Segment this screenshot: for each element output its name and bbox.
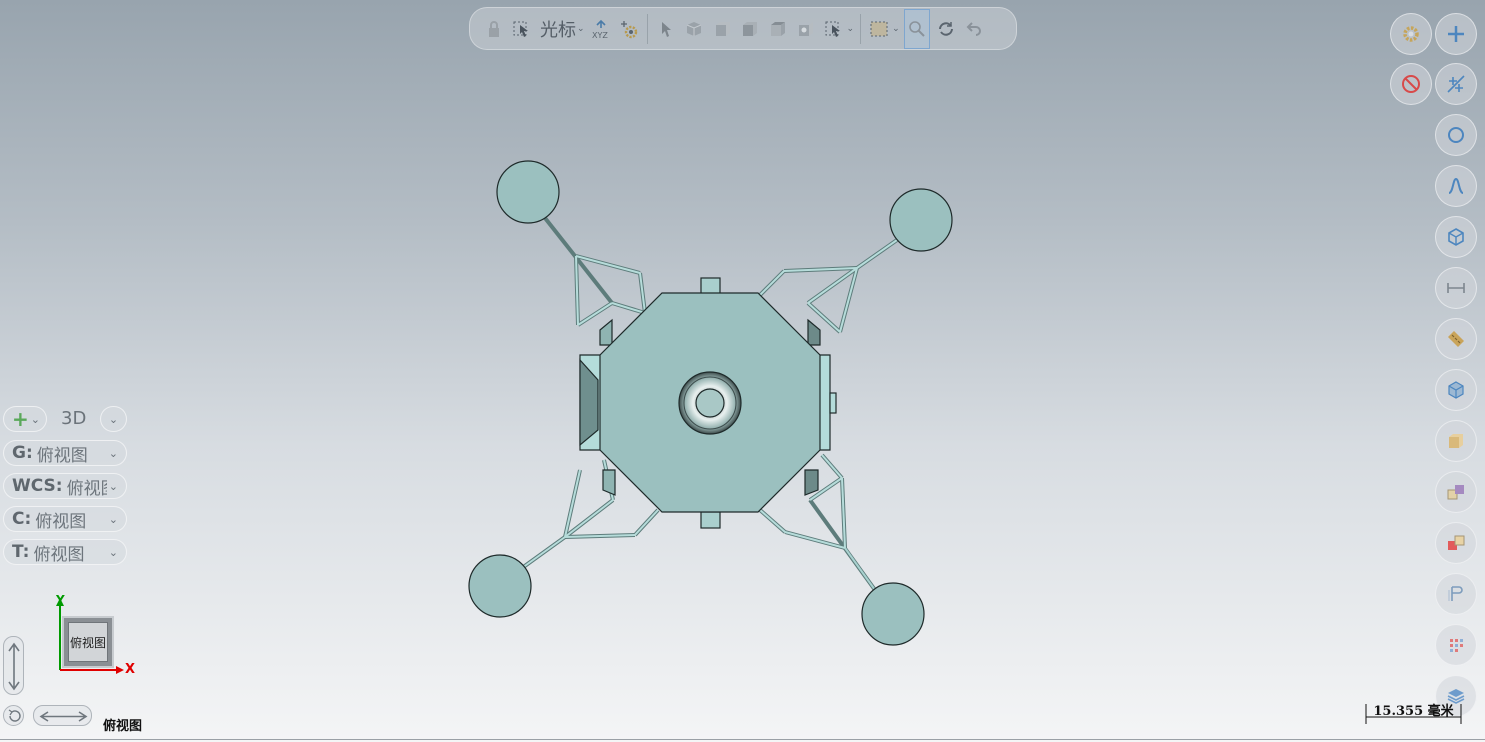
view-select-prefix: G: — [12, 443, 33, 463]
box-side-icon[interactable] — [738, 16, 762, 42]
boolean-icon[interactable] — [1435, 471, 1477, 513]
chevron-down-icon[interactable]: ⌄ — [577, 24, 585, 34]
material-icon[interactable] — [1435, 420, 1477, 462]
chevron-down-icon: ⌄ — [30, 412, 40, 426]
view-select-value: 俯视图 — [35, 511, 87, 532]
vertical-scroll-control[interactable] — [3, 636, 24, 695]
snap-gear-icon[interactable] — [617, 16, 641, 42]
status-divider — [0, 739, 1485, 740]
no-entry-icon[interactable] — [1390, 63, 1432, 105]
footpad-lower-left — [468, 554, 532, 618]
cube-face-top[interactable]: 俯视图 — [68, 622, 108, 662]
arrow-pointer-icon[interactable] — [654, 16, 678, 42]
y-axis-label: Y — [56, 593, 65, 607]
chevron-down-icon: ⌄ — [108, 545, 118, 559]
lunar-lander-model[interactable] — [468, 160, 953, 646]
top-toolbar: 光标 ⌄ XYZ ⌄ ⌄ — [469, 7, 1017, 50]
view-mode-3d[interactable]: 3D — [61, 408, 86, 429]
footpad-upper-left — [496, 160, 560, 224]
settings-gear-icon[interactable] — [1390, 13, 1432, 55]
lock-icon[interactable] — [482, 16, 506, 42]
orbit-reset-button[interactable] — [3, 705, 24, 726]
svg-text:XYZ: XYZ — [592, 31, 608, 39]
annotation-icon[interactable] — [1435, 573, 1477, 615]
box-front-icon[interactable] — [710, 16, 734, 42]
chevron-down-icon: ⌄ — [108, 446, 118, 460]
scale-bar: 15.355 毫米 — [1365, 700, 1462, 726]
add-view-button[interactable]: + ⌄ — [3, 406, 47, 432]
view-select-value: 俯视图 — [33, 544, 85, 565]
view-cube-icon[interactable] — [1435, 369, 1477, 411]
navigation-cube[interactable]: 俯视图 — [62, 616, 114, 668]
chevron-down-icon: ⌄ — [108, 412, 119, 426]
toolbar-separator — [860, 13, 862, 44]
box-select-icon[interactable] — [867, 16, 891, 42]
current-view-label: 俯视图 — [103, 719, 143, 734]
grid-icon[interactable] — [1435, 624, 1477, 666]
footpad-lower-right — [861, 582, 925, 646]
view-select-wcs[interactable]: WCS: 俯视图 ⌄ — [3, 473, 127, 499]
xyz-axis-icon[interactable]: XYZ — [589, 16, 613, 42]
cursor-mode-label[interactable]: 光标 — [540, 16, 576, 42]
ruler-icon[interactable] — [1435, 318, 1477, 360]
view-select-prefix: T: — [12, 542, 30, 562]
view-select-prefix: WCS: — [12, 476, 63, 496]
x-axis-label: X — [125, 662, 136, 677]
chevron-down-icon: ⌄ — [108, 512, 118, 526]
add-icon[interactable] — [1435, 13, 1477, 55]
view-mode-dropdown[interactable]: ⌄ — [100, 406, 127, 432]
view-select-c[interactable]: C: 俯视图 ⌄ — [3, 506, 127, 532]
view-select-prefix: C: — [12, 509, 32, 529]
viewport-canvas[interactable] — [0, 0, 1485, 742]
point-icon[interactable] — [1435, 63, 1477, 105]
chevron-down-icon[interactable]: ⌄ — [847, 24, 855, 34]
view-select-g[interactable]: G: 俯视图 ⌄ — [3, 440, 127, 466]
measure-icon[interactable] — [1435, 267, 1477, 309]
solid-icon[interactable] — [1435, 216, 1477, 258]
pan-icon[interactable] — [903, 8, 930, 49]
top-tab — [700, 277, 721, 295]
subtract-icon[interactable] — [1435, 522, 1477, 564]
filter-icon[interactable] — [822, 16, 846, 42]
view-select-t[interactable]: T: 俯视图 ⌄ — [3, 539, 127, 565]
view-select-value: 俯视图 — [66, 478, 107, 499]
cube-icon[interactable] — [682, 16, 706, 42]
undo-view-icon[interactable] — [962, 16, 986, 42]
toolbar-separator — [646, 13, 648, 44]
box-top-icon[interactable] — [766, 16, 790, 42]
select-icon[interactable] — [510, 16, 534, 42]
view-select-value: 俯视图 — [36, 445, 88, 466]
rotate-icon[interactable] — [934, 16, 958, 42]
bottom-tab — [700, 511, 721, 529]
curve-icon[interactable] — [1435, 165, 1477, 207]
footpad-upper-right — [889, 188, 953, 252]
view-icon[interactable] — [794, 16, 818, 42]
plus-icon: + — [12, 407, 29, 431]
chevron-down-icon[interactable]: ⌄ — [892, 24, 900, 34]
chevron-down-icon: ⌄ — [108, 479, 118, 493]
horizontal-scroll-control[interactable] — [33, 705, 92, 726]
circle-icon[interactable] — [1435, 114, 1477, 156]
